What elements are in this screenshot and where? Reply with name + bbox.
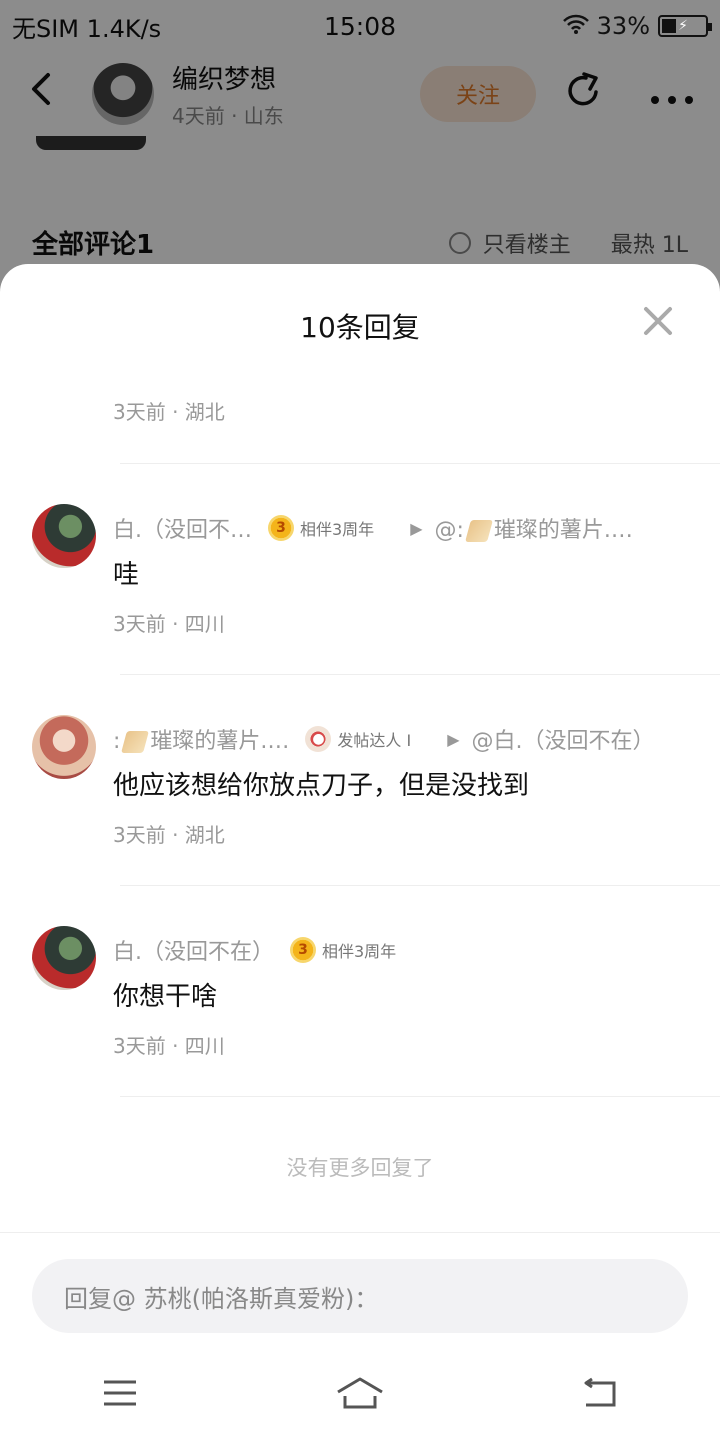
wifi-icon [562,12,589,40]
reply-to-name: 璀璨的薯片.… [493,518,633,543]
reply-item[interactable]: 白.（没回不… 3 相伴3周年 ▶ @: 璀璨的薯片.… 哇 3天前 · 四川 [0,504,720,664]
badge-label: 发帖达人 I [337,731,412,750]
reply-content: 哇 [113,560,140,590]
replies-sheet: 10条回复 3天前 · 湖北 白.（没回不… 3 相伴3周年 ▶ @: 璀璨的薯片… [0,264,720,1440]
reply-head: 白.（没回不在） 3 相伴3周年 [113,934,690,966]
anniversary-badge-icon: 3 [268,515,294,541]
reply-to-prefix: @: [434,518,464,543]
no-more-replies: 没有更多回复了 [286,1156,434,1180]
system-nav-bar [0,1345,720,1440]
reply-meta: 3天前 · 四川 [113,1034,225,1058]
sheet-header: 10条回复 [0,264,720,388]
reply-arrow-icon: ▶ [410,518,423,538]
reply-bar: 回复@ 苏桃(帕洛斯真爱粉)： [0,1232,720,1440]
reply-author[interactable]: 白.（没回不… [113,512,252,544]
battery-icon: ⚡ [658,15,712,37]
reply-meta: 3天前 · 湖北 [113,823,225,847]
author-prefix: : [113,729,121,754]
reply-to[interactable]: @白.（没回不在） [472,723,655,755]
anniversary-badge-icon: 3 [290,937,316,963]
back-nav-icon[interactable] [570,1373,630,1413]
reply-author[interactable]: 白.（没回不在） [113,934,274,966]
home-icon[interactable] [330,1373,390,1413]
previous-reply-meta: 3天前 · 湖北 [113,400,225,424]
fries-icon [121,731,150,753]
reply-item[interactable]: 白.（没回不在） 3 相伴3周年 你想干啥 3天前 · 四川 [0,926,720,1086]
battery-percent: 33% [596,12,650,40]
reply-to[interactable]: @: 璀璨的薯片.… [435,512,633,544]
reply-author[interactable]: : 璀璨的薯片.… [113,723,289,755]
badge-label: 相伴3周年 [300,520,375,539]
divider [120,885,720,886]
reply-content: 他应该想给你放点刀子，但是没找到 [113,771,530,801]
reply-head: 白.（没回不… 3 相伴3周年 ▶ @: 璀璨的薯片.… [113,512,690,544]
reply-meta: 3天前 · 四川 [113,612,225,636]
reply-content: 你想干啥 [113,982,218,1012]
reply-input[interactable]: 回复@ 苏桃(帕洛斯真爱粉)： [32,1259,688,1333]
reply-item[interactable]: : 璀璨的薯片.… ● 发帖达人 I ▶ @白.（没回不在） 他应该想给你放点刀子… [0,715,720,875]
divider [120,463,720,464]
menu-icon[interactable] [90,1373,150,1413]
avatar[interactable] [32,926,96,990]
poster-badge-icon: ● [305,726,332,752]
divider [120,1096,720,1097]
fries-icon [464,520,493,542]
reply-head: : 璀璨的薯片.… ● 发帖达人 I ▶ @白.（没回不在） [113,723,690,755]
divider [120,674,720,675]
author-name: 璀璨的薯片.… [150,729,290,754]
reply-arrow-icon: ▶ [447,729,460,749]
close-icon[interactable] [642,304,674,344]
avatar[interactable] [32,504,96,568]
avatar[interactable] [32,715,96,779]
status-right: 33% ⚡ [562,12,712,40]
sheet-title: 10条回复 [300,311,420,344]
badge-label: 相伴3周年 [322,942,397,961]
